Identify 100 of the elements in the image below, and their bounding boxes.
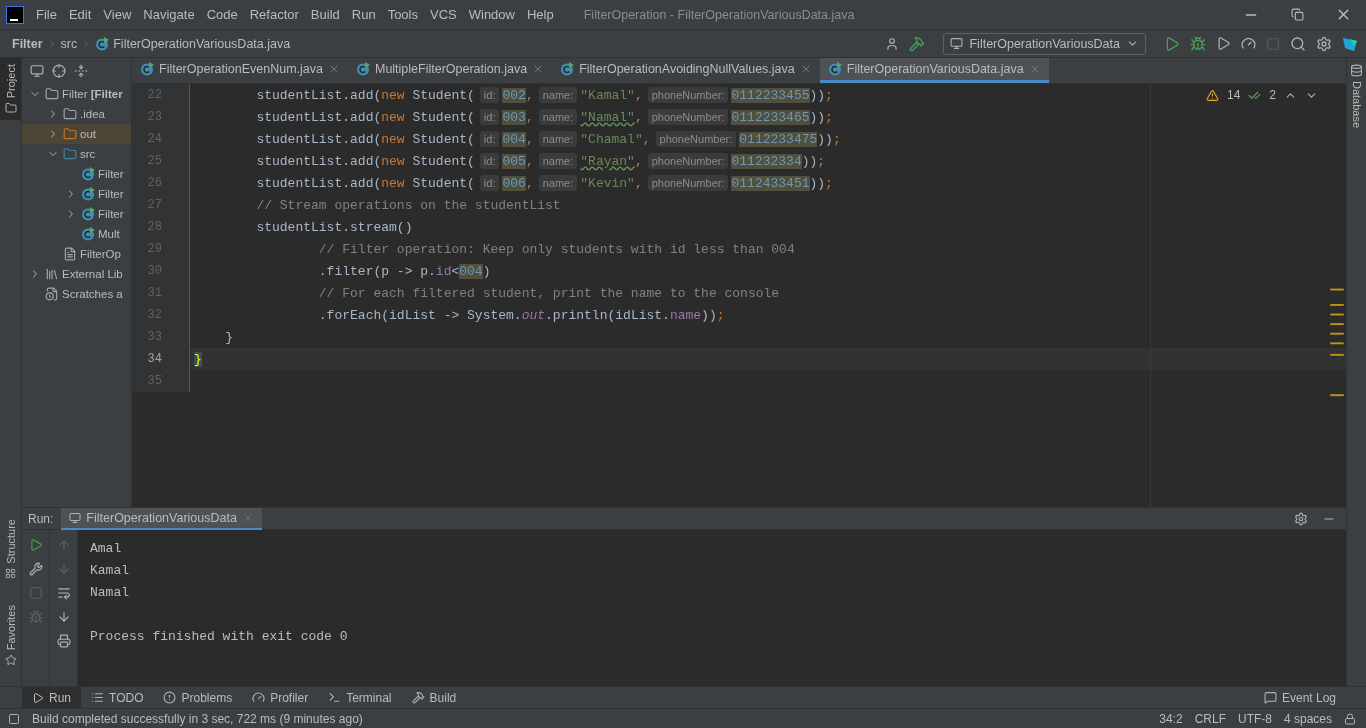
console-tab[interactable]: FilterOperationVariousData <box>61 507 262 530</box>
code-token: ; <box>817 153 826 169</box>
hammer-icon[interactable] <box>909 35 926 52</box>
menu-item[interactable]: Run <box>345 7 382 22</box>
menu-item[interactable]: Refactor <box>243 7 305 22</box>
tree-item[interactable]: Mult <box>22 224 131 244</box>
menu-item[interactable]: Edit <box>62 7 98 22</box>
tree-item[interactable]: out <box>22 124 131 144</box>
code-token: Student( <box>411 175 475 191</box>
editor-tab[interactable]: FilterOperationEvenNum.java <box>132 58 348 83</box>
code-token: new <box>381 175 405 191</box>
code-token: new <box>381 131 405 147</box>
window-icon <box>69 511 82 524</box>
tree-item[interactable]: Filter <box>22 184 131 204</box>
run-icon[interactable] <box>28 538 43 552</box>
scratch-file-icon <box>45 287 59 301</box>
event-log-tab[interactable]: Event Log <box>1253 687 1346 708</box>
parameter-hint: phoneNumber: <box>647 109 729 125</box>
menu-item[interactable]: Code <box>200 7 244 22</box>
collapse-icon[interactable] <box>74 64 88 78</box>
tree-item[interactable]: External Lib <box>22 264 131 284</box>
settings-icon[interactable] <box>1294 511 1308 526</box>
code-token: 0112233475 <box>739 131 818 147</box>
code-token: )) <box>809 175 826 191</box>
tool-tab[interactable]: Terminal <box>318 687 402 708</box>
class-icon <box>140 62 154 76</box>
breadcrumb[interactable]: FilterOperationVariousData.java <box>113 36 291 51</box>
breadcrumb[interactable]: Filter <box>12 36 43 51</box>
menu-item[interactable]: Help <box>520 7 560 22</box>
code-token: , <box>525 175 534 191</box>
code-token: .filter(p -> p. <box>317 263 436 279</box>
menu-item[interactable]: File <box>30 7 63 22</box>
tree-item[interactable]: Scratches a <box>22 284 131 304</box>
status-item[interactable]: 4 spaces <box>1283 711 1332 726</box>
toolbox-logo[interactable] <box>1342 35 1358 52</box>
menu-item[interactable]: View <box>97 7 138 22</box>
status-message: Build completed successfully in 3 sec, 722 ms (9 minutes ago) <box>32 711 364 726</box>
code-token: , <box>634 175 643 191</box>
code-token: "Kevin" <box>580 175 635 191</box>
tree-item[interactable]: Filter <box>22 204 131 224</box>
code-token: , <box>525 153 534 169</box>
tool-tab[interactable]: Build <box>401 687 467 708</box>
code-token: Student( <box>411 109 475 125</box>
editor-tab[interactable]: FilterOperationAvoidingNullValues.java <box>552 58 820 83</box>
code-token: Student( <box>411 153 475 169</box>
menu-item[interactable]: VCS <box>424 7 463 22</box>
parameter-hint: phoneNumber: <box>647 153 729 169</box>
scroll-end-icon[interactable] <box>56 610 71 624</box>
menu-item[interactable]: Window <box>462 7 521 22</box>
parameter-hint: name: <box>538 175 578 191</box>
code-token: new <box>381 153 405 169</box>
tool-tab[interactable]: TODO <box>81 687 154 708</box>
tool-tab[interactable]: Problems <box>153 687 243 708</box>
search-icon[interactable] <box>1290 35 1306 52</box>
tree-item[interactable]: FilterOp <box>22 244 131 264</box>
window-title: FilterOperation - FilterOperationVariousData.java <box>583 7 856 22</box>
restore-icon[interactable] <box>1290 8 1304 21</box>
status-item[interactable]: 34:2 <box>1159 711 1183 726</box>
tool-window-button[interactable]: Favorites <box>0 598 21 672</box>
class-icon <box>81 207 95 221</box>
class-icon <box>81 167 95 181</box>
parameter-hint: id: <box>479 131 500 147</box>
wrench-icon[interactable] <box>28 562 43 576</box>
library-icon <box>45 267 59 281</box>
tree-item[interactable]: .idea <box>22 104 131 124</box>
menu-item[interactable]: Build <box>304 7 346 22</box>
code-token: , <box>634 87 643 103</box>
editor-tab[interactable]: FilterOperationVariousData.java <box>819 58 1049 83</box>
class-icon <box>560 62 575 76</box>
run-config-dropdown[interactable]: FilterOperationVariousData <box>943 32 1146 55</box>
print-icon[interactable] <box>56 634 71 648</box>
code-token: )) <box>809 109 826 125</box>
menu-item[interactable]: Tools <box>381 7 424 22</box>
code-token: 004 <box>459 263 483 279</box>
tool-window-button[interactable]: Database <box>1350 81 1363 129</box>
gauge-icon[interactable] <box>1241 36 1256 51</box>
tree-item-label: Mult <box>98 228 120 240</box>
run-icon[interactable] <box>1164 35 1180 52</box>
tool-tab[interactable]: Run <box>22 687 81 708</box>
run-label: Run: <box>28 511 54 526</box>
menu-item[interactable]: Navigate <box>137 7 201 22</box>
soft-wrap-icon[interactable] <box>56 586 71 600</box>
user-icon[interactable] <box>885 36 900 51</box>
tool-window-button[interactable]: Structure <box>0 513 21 585</box>
tool-window-button[interactable]: Project <box>0 58 21 121</box>
breadcrumb[interactable]: src <box>60 36 78 51</box>
tool-tab[interactable]: Profiler <box>242 687 319 708</box>
debug-icon[interactable] <box>1190 35 1206 52</box>
settings-icon[interactable] <box>1316 35 1332 52</box>
parameter-hint: name: <box>538 109 578 125</box>
tree-item[interactable]: Filter <box>22 164 131 184</box>
class-icon <box>355 62 370 76</box>
status-item[interactable]: UTF-8 <box>1237 711 1272 726</box>
status-item[interactable]: CRLF <box>1194 711 1226 726</box>
locate-icon[interactable] <box>52 64 66 78</box>
tree-item[interactable]: Filter [Filter <box>22 84 131 104</box>
class-icon <box>95 36 110 51</box>
tree-item[interactable]: src <box>22 144 131 164</box>
editor-tab[interactable]: MultipleFilterOperation.java <box>347 58 553 83</box>
code-token: studentList.add( <box>255 153 382 169</box>
